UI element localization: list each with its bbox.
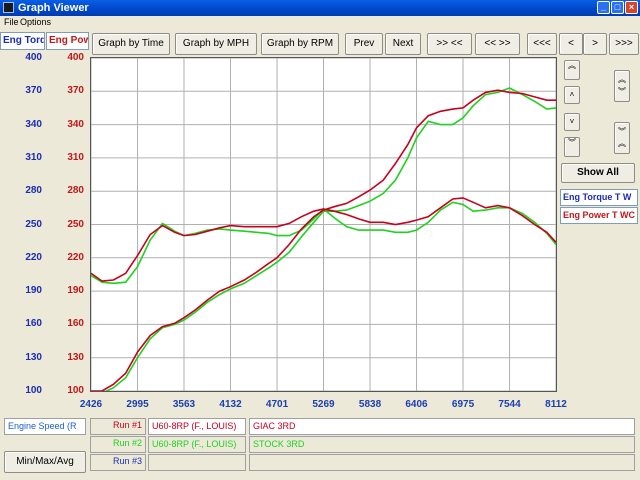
x-tick-label: 5269 (312, 399, 335, 410)
y-tick-label: 190 (67, 285, 84, 297)
legend-torque[interactable]: Eng Torque T W (560, 189, 638, 206)
y-tick-label: 310 (67, 151, 84, 163)
graph-by-mph-button[interactable]: Graph by MPH (175, 33, 257, 55)
chart-plot-area (90, 57, 557, 392)
run-3-vehicle-field[interactable] (148, 454, 246, 471)
x-tick-label: 7544 (498, 399, 521, 410)
x-tick-label: 6406 (405, 399, 428, 410)
graph-by-time-button[interactable]: Graph by Time (92, 33, 170, 55)
run-1-note-field[interactable]: GIAC 3RD (249, 418, 635, 435)
y-tick-label: 160 (67, 318, 84, 330)
y-tick-label: 220 (67, 251, 84, 263)
scroll-up-fast-button[interactable]: ︽ (564, 60, 580, 80)
y-tick-label: 280 (25, 185, 42, 197)
run-3-label: Run #3 (112, 456, 142, 466)
scroll-down-fast-button[interactable]: ︾ (564, 137, 580, 157)
x-tick-label: 3563 (172, 399, 196, 410)
compress-arrows-icon: ︾ ︽ (618, 127, 626, 148)
zoom-in-button[interactable]: >> << (427, 33, 472, 55)
x-tick-label: 2995 (126, 399, 149, 410)
run-2-note-field[interactable]: STOCK 3RD (249, 436, 635, 453)
zoom-out-button[interactable]: << >> (475, 33, 520, 55)
min-max-avg-button[interactable]: Min/Max/Avg (4, 451, 86, 473)
y-tick-label: 400 (25, 52, 42, 63)
maximize-button[interactable]: □ (611, 1, 624, 14)
compress-scale-button[interactable]: ︾ ︽ (614, 122, 630, 154)
y-tick-label: 220 (25, 251, 42, 263)
run-2-label: Run #2 (112, 438, 142, 448)
expand-scale-button[interactable]: ︽ ︾ (614, 70, 630, 102)
chevron-up-icon: ˄ (569, 90, 575, 99)
y-tick-label: 100 (25, 385, 42, 396)
chart-svg (91, 58, 556, 391)
double-chevron-down-icon: ︾ (568, 138, 576, 147)
x-tick-label: 4132 (219, 399, 242, 410)
close-button[interactable]: × (625, 1, 638, 14)
graph-by-rpm-button[interactable]: Graph by RPM (261, 33, 339, 55)
legend-power[interactable]: Eng Power T WC (560, 207, 638, 224)
x-tick-label: 5838 (358, 399, 382, 410)
x-tick-label: 2426 (79, 399, 103, 410)
y-tick-label: 160 (25, 318, 42, 330)
chevron-down-icon: ˅ (569, 117, 575, 126)
menu-bar: File Options (0, 16, 640, 30)
y-tick-label: 130 (67, 351, 84, 363)
scroll-down-button[interactable]: ˅ (564, 113, 580, 131)
scroll-up-button[interactable]: ˄ (564, 86, 580, 104)
engine-speed-field[interactable]: Engine Speed (R (4, 418, 86, 435)
y-tick-label: 370 (67, 85, 84, 97)
pan-far-right-button[interactable]: >>> (609, 33, 639, 55)
y-tick-label: 100 (67, 385, 84, 396)
y-tick-label: 250 (67, 218, 84, 230)
double-chevron-up-icon: ︽ (568, 61, 576, 70)
y-tick-label: 310 (25, 151, 42, 163)
run-1-vehicle-field[interactable]: U60-8RP (F., LOUIS) (148, 418, 246, 435)
x-tick-label: 6975 (451, 399, 475, 410)
pan-far-left-button[interactable]: <<< (527, 33, 557, 55)
prev-button[interactable]: Prev (345, 33, 383, 55)
y-tick-label: 340 (25, 118, 42, 130)
y-tick-label: 370 (25, 85, 42, 97)
y-tick-label: 250 (25, 218, 42, 230)
run-1-label: Run #1 (112, 420, 142, 430)
y-tick-label: 400 (67, 52, 84, 63)
y-tick-label: 340 (67, 118, 84, 130)
expand-arrows-icon: ︽ ︾ (618, 75, 626, 96)
y-tick-label: 280 (67, 185, 84, 197)
x-tick-label: 8112 (545, 399, 567, 410)
minimize-button[interactable]: _ (597, 1, 610, 14)
y-tick-label: 130 (25, 351, 42, 363)
pan-right-button[interactable]: > (583, 33, 607, 55)
next-button[interactable]: Next (385, 33, 421, 55)
show-all-button[interactable]: Show All (561, 163, 635, 183)
run-2-vehicle-field[interactable]: U60-8RP (F., LOUIS) (148, 436, 246, 453)
run-3-note-field[interactable] (249, 454, 635, 471)
y-tick-label: 190 (25, 285, 42, 297)
pan-left-button[interactable]: < (559, 33, 583, 55)
x-tick-label: 4701 (265, 399, 289, 410)
title-bar: Graph Viewer _ □ × (0, 0, 640, 16)
torque-axis: 100 130 160 190 220 250 280 310 340 370 400 (0, 0, 48, 480)
